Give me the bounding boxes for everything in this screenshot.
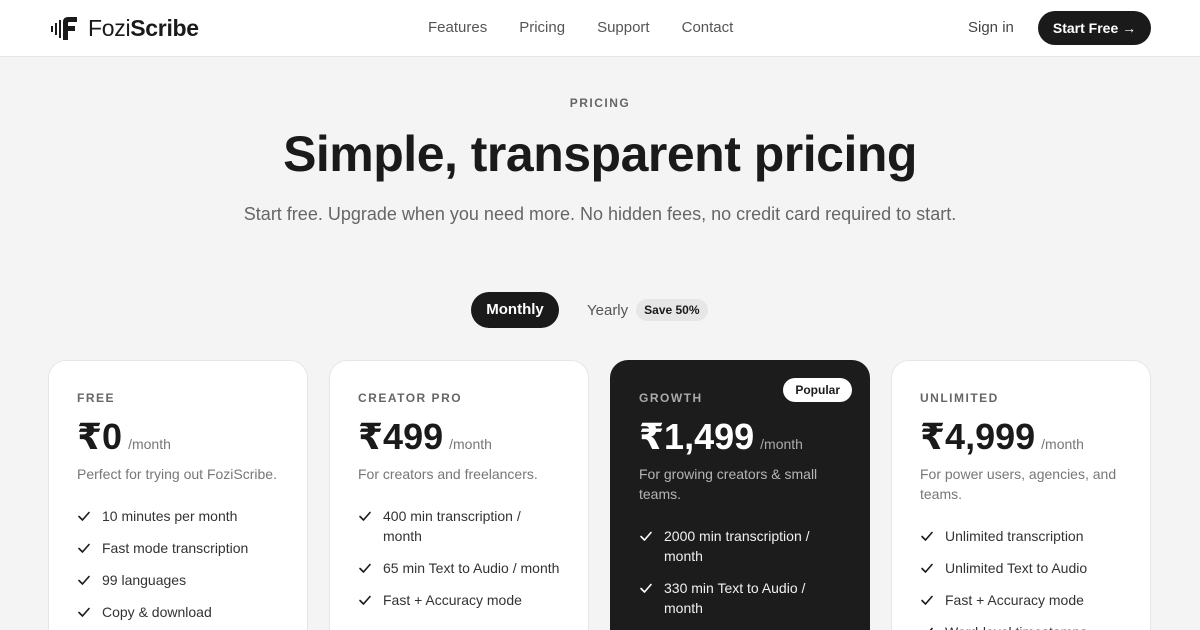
popular-badge: Popular <box>783 378 852 402</box>
feature-item: Fast + Accuracy mode <box>358 590 560 610</box>
check-icon <box>78 575 90 585</box>
plan-card-growth: Popular GROWTH ₹1,499 /month For growing… <box>610 360 870 630</box>
check-icon <box>359 595 371 605</box>
plan-tier: CREATOR PRO <box>358 391 463 405</box>
brand-name: FoziScribe <box>88 14 199 42</box>
sign-in-link[interactable]: Sign in <box>968 18 1014 38</box>
plan-price: ₹499 <box>358 416 444 457</box>
plan-period: /month <box>1041 436 1084 452</box>
feature-item: Fast mode transcription <box>77 538 279 558</box>
plan-card-creator-pro: CREATOR PRO ₹499 /month For creators and… <box>329 360 589 630</box>
feature-text: Unlimited transcription <box>945 528 1084 544</box>
feature-text: 330 min Text to Audio / month <box>664 580 806 616</box>
start-free-button[interactable]: Start Free → <box>1038 11 1151 45</box>
feature-item: 10 minutes per month <box>77 506 279 526</box>
plan-card-free: FREE ₹0 /month Perfect for trying out Fo… <box>48 360 308 630</box>
feature-item: Fast + Accuracy mode <box>920 590 1122 610</box>
nav-link-contact[interactable]: Contact <box>682 18 734 38</box>
feature-text: 10 minutes per month <box>102 508 238 524</box>
plan-period: /month <box>128 436 171 452</box>
feature-item: Word-level timestamps <box>920 622 1122 630</box>
page-title: Simple, transparent pricing <box>283 126 917 182</box>
main-nav: Features Pricing Support Contact <box>428 18 733 38</box>
feature-list: 10 minutes per month Fast mode transcrip… <box>77 506 279 622</box>
nav-link-pricing[interactable]: Pricing <box>519 18 565 38</box>
feature-text: 99 languages <box>102 572 187 588</box>
billing-toggle-yearly[interactable]: Yearly Save 50% <box>587 292 708 328</box>
save-badge: Save 50% <box>636 299 708 321</box>
feature-item: 2000 min transcription / month <box>639 526 841 566</box>
top-navbar: FoziScribe Features Pricing Support Cont… <box>0 0 1200 57</box>
feature-text: Unlimited Text to Audio <box>945 560 1088 576</box>
check-icon <box>921 563 933 573</box>
feature-text: Copy & download <box>102 604 212 620</box>
page-subtitle: Start free. Upgrade when you need more. … <box>243 204 957 224</box>
feature-text: Fast mode transcription <box>102 540 249 556</box>
yearly-label: Yearly <box>587 301 629 319</box>
feature-text: 400 min transcription / month <box>383 508 521 544</box>
feature-item: 400 min transcription / month <box>358 506 560 546</box>
feature-item: 65 min Text to Audio / month <box>358 558 560 578</box>
feature-text: Word-level timestamps <box>945 622 1087 630</box>
check-icon <box>78 607 90 617</box>
feature-text: Fast + Accuracy mode <box>945 592 1084 608</box>
plan-price: ₹1,499 <box>639 416 755 457</box>
feature-list: 400 min transcription / month 65 min Tex… <box>358 506 560 610</box>
check-icon <box>359 511 371 521</box>
feature-list: Unlimited transcription Unlimited Text t… <box>920 526 1122 630</box>
plan-period: /month <box>760 436 803 452</box>
feature-item: 330 min Text to Audio / month <box>639 578 841 618</box>
plan-price: ₹0 <box>77 416 123 457</box>
check-icon <box>921 595 933 605</box>
check-icon <box>640 531 652 541</box>
plan-card-unlimited: UNLIMITED ₹4,999 /month For power users,… <box>891 360 1151 630</box>
feature-text: 2000 min transcription / month <box>664 528 810 564</box>
brand-name-bold: Scribe <box>130 15 199 41</box>
plan-description: For growing creators & small teams. <box>639 466 818 502</box>
feature-text: Fast + Accuracy mode <box>383 592 522 608</box>
plan-description: For power users, agencies, and teams. <box>920 466 1117 502</box>
billing-toggle-monthly[interactable]: Monthly <box>471 292 559 328</box>
feature-item: Unlimited Text to Audio <box>920 558 1122 578</box>
plan-period: /month <box>449 436 492 452</box>
feature-item: Unlimited transcription <box>920 526 1122 546</box>
nav-link-support[interactable]: Support <box>597 18 650 38</box>
check-icon <box>78 511 90 521</box>
plan-tier: FREE <box>77 391 116 405</box>
plan-tier: UNLIMITED <box>920 391 999 405</box>
feature-list: 2000 min transcription / month 330 min T… <box>639 526 841 618</box>
brand-logo[interactable]: FoziScribe <box>50 14 199 42</box>
check-icon <box>929 627 933 630</box>
section-eyebrow: PRICING <box>569 96 631 110</box>
nav-link-features[interactable]: Features <box>428 18 487 38</box>
check-icon <box>921 531 933 541</box>
brand-name-light: Fozi <box>88 15 131 41</box>
plan-price: ₹4,999 <box>920 416 1036 457</box>
check-icon <box>640 583 652 593</box>
feature-text: 65 min Text to Audio / month <box>383 560 560 576</box>
feature-item: Copy & download <box>77 602 279 622</box>
feature-item: 99 languages <box>77 570 279 590</box>
check-icon <box>359 563 371 573</box>
plan-description: Perfect for trying out FoziScribe. <box>77 466 277 482</box>
check-icon <box>78 543 90 553</box>
plan-description: For creators and freelancers. <box>358 466 538 482</box>
soundwave-f-logo-icon <box>51 17 77 40</box>
